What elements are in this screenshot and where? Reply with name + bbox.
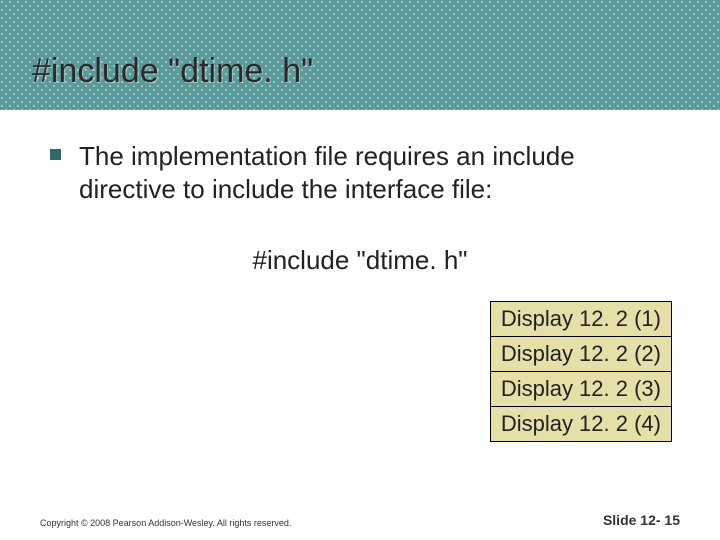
slide-body: The implementation file requires an incl… (0, 110, 720, 276)
bullet-text: The implementation file requires an incl… (79, 140, 670, 205)
footer: Copyright © 2008 Pearson Addison-Wesley.… (40, 512, 680, 528)
display-link-2[interactable]: Display 12. 2 (2) (490, 336, 672, 372)
title-bar: #include "dtime. h" (0, 0, 720, 110)
display-link-1[interactable]: Display 12. 2 (1) (490, 301, 672, 337)
display-link-4[interactable]: Display 12. 2 (4) (490, 406, 672, 442)
slide-title: #include "dtime. h" (32, 52, 720, 91)
slide-number: Slide 12- 15 (603, 512, 680, 528)
display-links: Display 12. 2 (1) Display 12. 2 (2) Disp… (490, 302, 672, 442)
slide: #include "dtime. h" The implementation f… (0, 0, 720, 540)
copyright-text: Copyright © 2008 Pearson Addison-Wesley.… (40, 518, 291, 528)
bullet-row: The implementation file requires an incl… (50, 140, 670, 205)
include-directive-text: #include "dtime. h" (50, 245, 670, 276)
display-link-3[interactable]: Display 12. 2 (3) (490, 371, 672, 407)
square-bullet-icon (50, 149, 61, 160)
